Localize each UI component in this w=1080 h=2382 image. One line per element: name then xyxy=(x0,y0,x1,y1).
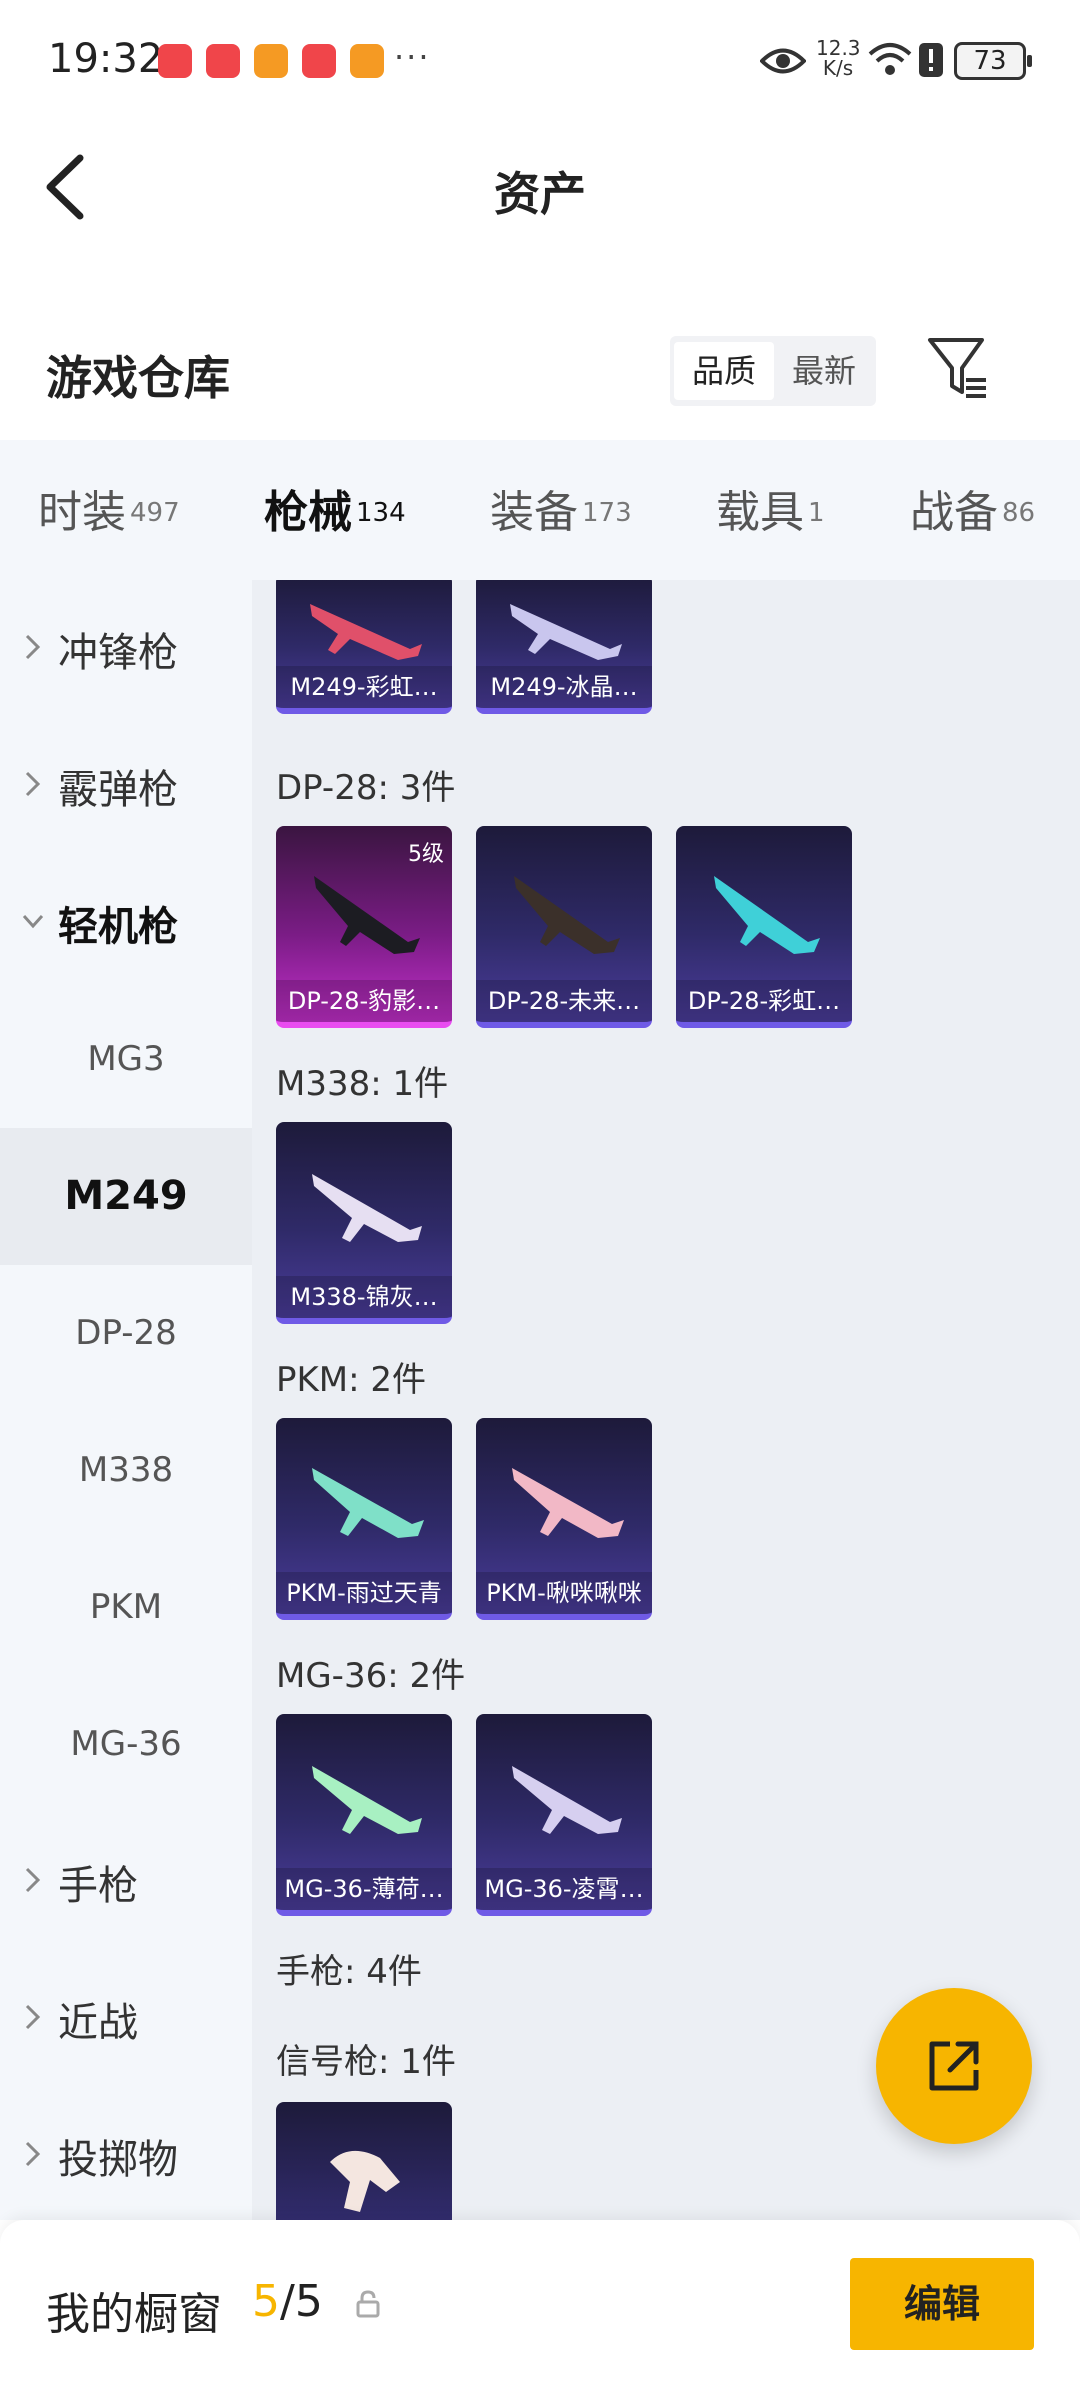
eye-icon xyxy=(760,48,806,74)
weapon-card[interactable]: 5级 DP-28-豹影… xyxy=(276,826,452,1028)
weapon-grid: M249-彩虹… M249-冰晶… DP-28: 3件 5级 DP-28-豹影…… xyxy=(252,580,1080,2220)
chevron-right-icon xyxy=(25,2004,41,2030)
weapon-card[interactable]: DP-28-彩虹… xyxy=(676,826,852,1028)
sidebar-item-melee[interactable]: 近战 xyxy=(0,1950,252,2087)
section-title-dp28: DP-28: 3件 xyxy=(276,768,456,808)
sidebar-subitem-mg36[interactable]: MG-36 xyxy=(0,1676,252,1813)
shop-notification-icon xyxy=(158,44,192,78)
showcase-title: 我的橱窗 xyxy=(46,2289,222,2340)
edit-button[interactable]: 编辑 xyxy=(850,2258,1034,2350)
category-tabs: 时装 497 枪械 134 装备 173 载具 1 战备 86 xyxy=(0,440,1080,588)
more-notifications: ··· xyxy=(394,38,431,76)
weapon-card[interactable]: PKM-啾咪啾咪 xyxy=(476,1418,652,1620)
shop-notification-icon xyxy=(302,44,336,78)
sidebar-item-smg[interactable]: 冲锋枪 xyxy=(0,580,252,717)
sidebar-item-lmg[interactable]: 轻机枪 xyxy=(0,854,252,991)
tab-vehicles[interactable]: 载具 1 xyxy=(716,476,825,540)
section-title-pistol: 手枪: 4件 xyxy=(276,1952,422,1992)
status-bar: 19:32 ··· 12.3 K/s 73 xyxy=(0,0,1080,120)
sidebar-subitem-dp28[interactable]: DP-28 xyxy=(0,1265,252,1402)
gun-image xyxy=(714,876,820,954)
weapon-card[interactable]: M338-锦灰… xyxy=(276,1122,452,1324)
chevron-right-icon xyxy=(25,771,41,797)
weapon-card[interactable]: PKM-雨过天青 xyxy=(276,1418,452,1620)
section-title-pkm: PKM: 2件 xyxy=(276,1360,427,1400)
game-notification-icon xyxy=(254,44,288,78)
sidebar-item-throwable[interactable]: 投掷物 xyxy=(0,2087,252,2220)
tab-firearms[interactable]: 枪械 134 xyxy=(264,476,406,588)
sort-toggle: 品质 最新 xyxy=(670,336,876,406)
weapon-card[interactable]: MG-36-薄荷… xyxy=(276,1714,452,1916)
chevron-right-icon xyxy=(25,2141,41,2167)
weapon-card[interactable] xyxy=(276,2102,452,2220)
warehouse-row: 游戏仓库 品质 最新 xyxy=(0,310,1080,440)
warehouse-title: 游戏仓库 xyxy=(46,351,230,405)
gun-image xyxy=(314,876,420,954)
clock: 19:32 xyxy=(48,36,164,82)
sort-newest-button[interactable]: 最新 xyxy=(774,342,874,400)
battery-indicator: 73 xyxy=(954,42,1032,80)
section-title-mg36: MG-36: 2件 xyxy=(276,1656,466,1696)
gun-image xyxy=(312,1468,424,1538)
filter-icon[interactable] xyxy=(926,334,990,404)
chevron-right-icon xyxy=(25,634,41,660)
sidebar-subitem-m338[interactable]: M338 xyxy=(0,1402,252,1539)
showcase-bar: 我的橱窗 5/5 编辑 xyxy=(0,2220,1080,2382)
sidebar-subitem-m249[interactable]: M249 xyxy=(0,1128,252,1265)
gun-image xyxy=(312,1766,422,1834)
weapon-category-sidebar: 冲锋枪 霰弹枪 轻机枪 MG3 M249 DP-28 M338 PKM MG-3… xyxy=(0,580,252,2220)
alert-icon xyxy=(919,43,943,77)
app-header: 资产 xyxy=(0,120,1080,260)
tab-fashion[interactable]: 时装 497 xyxy=(38,476,180,540)
weapon-card[interactable]: DP-28-未来… xyxy=(476,826,652,1028)
lock-icon xyxy=(356,2290,380,2318)
wifi-icon xyxy=(868,43,912,75)
weapon-card[interactable]: M249-冰晶… xyxy=(476,580,652,714)
section-title-flare: 信号枪: 1件 xyxy=(276,2042,456,2082)
weapon-card[interactable]: MG-36-凌霄… xyxy=(476,1714,652,1916)
share-icon xyxy=(929,2041,979,2091)
sidebar-subitem-pkm[interactable]: PKM xyxy=(0,1539,252,1676)
tab-equipment[interactable]: 装备 173 xyxy=(490,476,632,540)
chevron-right-icon xyxy=(25,1867,41,1893)
section-title-m338: M338: 1件 xyxy=(276,1064,449,1104)
sidebar-item-shotgun[interactable]: 霰弹枪 xyxy=(0,717,252,854)
network-speed: 12.3 K/s xyxy=(816,36,861,80)
showcase-count: 5/5 xyxy=(252,2276,323,2327)
sidebar-subitem-mg3[interactable]: MG3 xyxy=(0,991,252,1128)
gun-image xyxy=(330,2150,400,2212)
page-title: 资产 xyxy=(494,167,586,221)
weapon-card[interactable]: M249-彩虹… xyxy=(276,580,452,714)
gun-image xyxy=(514,876,620,954)
sort-quality-button[interactable]: 品质 xyxy=(674,342,774,400)
tab-gear[interactable]: 战备 86 xyxy=(910,476,1035,540)
gun-image xyxy=(512,1766,622,1834)
shop-notification-icon xyxy=(206,44,240,78)
gun-image xyxy=(312,1174,422,1242)
video-notification-icon xyxy=(350,44,384,78)
gun-image xyxy=(512,1468,624,1538)
share-button[interactable] xyxy=(876,1988,1032,2144)
sidebar-item-pistol[interactable]: 手枪 xyxy=(0,1813,252,1950)
chevron-down-icon xyxy=(22,914,44,929)
